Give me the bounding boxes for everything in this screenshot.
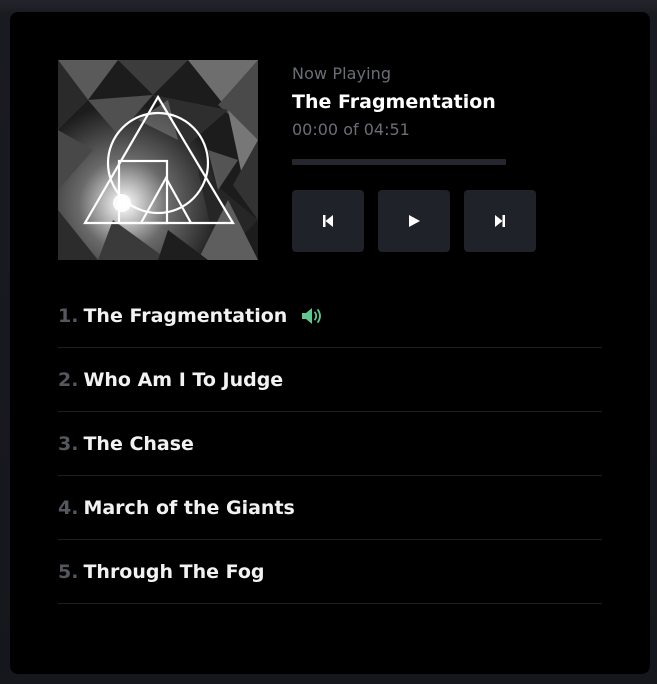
- now-playing-label: Now Playing: [292, 64, 392, 83]
- skip-next-icon: [495, 215, 505, 227]
- current-track-title: The Fragmentation: [292, 91, 496, 113]
- time-separator: of: [343, 120, 359, 139]
- audio-player: Now Playing The Fragmentation 00:00 of 0…: [10, 12, 650, 674]
- track-item[interactable]: 5. Through The Fog: [58, 540, 602, 604]
- track-item[interactable]: 2. Who Am I To Judge: [58, 348, 602, 412]
- playback-controls: [292, 190, 536, 252]
- track-title: Through The Fog: [83, 560, 265, 583]
- track-number: 1.: [58, 304, 79, 327]
- track-title: March of the Giants: [83, 496, 295, 519]
- track-number: 3.: [58, 432, 79, 455]
- previous-button[interactable]: [292, 190, 364, 252]
- track-list: 1. The Fragmentation 2. Who Am I To Judg…: [58, 284, 602, 604]
- now-playing-info: Now Playing The Fragmentation 00:00 of 0…: [292, 62, 592, 142]
- play-icon: [409, 215, 420, 227]
- album-art-image: [58, 60, 258, 260]
- play-button[interactable]: [378, 190, 450, 252]
- track-number: 4.: [58, 496, 79, 519]
- track-item[interactable]: 3. The Chase: [58, 412, 602, 476]
- track-time: 00:00 of 04:51: [292, 118, 592, 142]
- album-art: [58, 60, 258, 260]
- track-number: 5.: [58, 560, 79, 583]
- skip-previous-icon: [323, 215, 333, 227]
- track-title: The Chase: [83, 432, 194, 455]
- track-number: 2.: [58, 368, 79, 391]
- track-title: Who Am I To Judge: [83, 368, 284, 391]
- track-item[interactable]: 4. March of the Giants: [58, 476, 602, 540]
- elapsed-time: 00:00: [292, 120, 339, 139]
- progress-bar[interactable]: [292, 159, 506, 165]
- speaker-volume-icon: [301, 307, 323, 325]
- track-item[interactable]: 1. The Fragmentation: [58, 284, 602, 348]
- next-button[interactable]: [464, 190, 536, 252]
- track-title: The Fragmentation: [83, 304, 288, 327]
- total-duration: 04:51: [363, 120, 410, 139]
